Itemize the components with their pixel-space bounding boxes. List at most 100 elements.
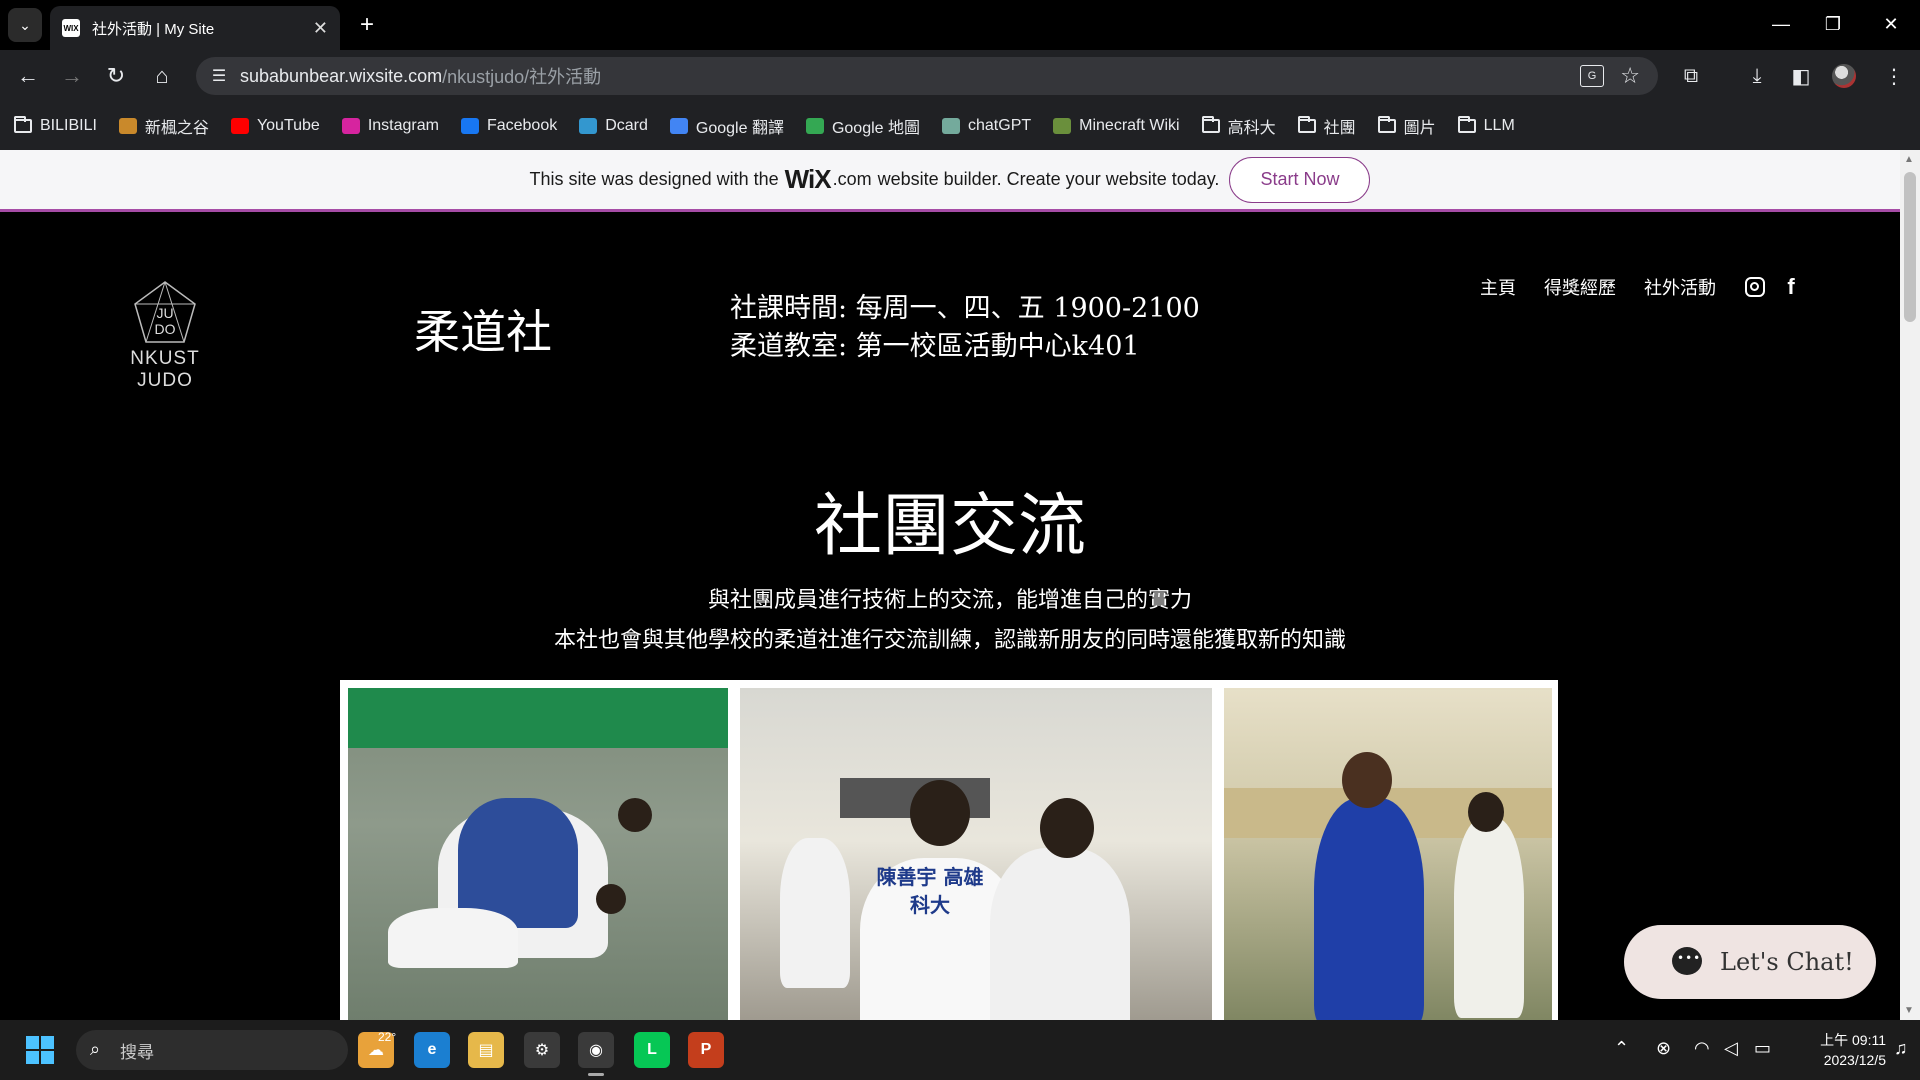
tab-close-icon[interactable]: ✕ bbox=[313, 18, 328, 39]
settings-gear-icon[interactable]: ⚙ bbox=[524, 1032, 560, 1068]
tray-chevron-up-icon[interactable]: ⌃ bbox=[1614, 1038, 1629, 1059]
logo-do: DO bbox=[155, 321, 176, 337]
bookmark-star-icon[interactable]: ☆ bbox=[1620, 63, 1640, 89]
taskbar-search[interactable]: ⌕ 搜尋 bbox=[76, 1030, 348, 1070]
youtube-icon bbox=[230, 118, 249, 134]
home-button[interactable]: ⌂ bbox=[146, 60, 178, 92]
banner-prefix: This site was designed with the bbox=[529, 169, 779, 189]
site-navigation: 主頁 得獎經歷 社外活動 f bbox=[1480, 274, 1816, 300]
edge-icon[interactable]: e bbox=[414, 1032, 450, 1068]
back-button[interactable]: ← bbox=[12, 60, 44, 92]
gallery-photo-2[interactable]: 陳善宇 高雄科大 bbox=[740, 688, 1212, 1020]
wix-dotcom: .com bbox=[832, 169, 872, 189]
banner-suffix: website builder. Create your website tod… bbox=[877, 169, 1220, 189]
bookmark-item[interactable]: 社團 bbox=[1297, 114, 1356, 138]
judoka-head bbox=[1342, 752, 1392, 808]
file-explorer-icon[interactable]: ▤ bbox=[468, 1032, 504, 1068]
minecraft-icon bbox=[1053, 118, 1072, 134]
powerpoint-icon[interactable]: P bbox=[688, 1032, 724, 1068]
battery-icon[interactable]: ▭ bbox=[1754, 1038, 1771, 1059]
site-info-icon[interactable]: ☰ bbox=[208, 66, 230, 86]
wix-logo[interactable]: WiX bbox=[785, 164, 832, 195]
chrome-icon[interactable]: ◉ bbox=[578, 1032, 614, 1076]
google-translate-icon bbox=[669, 118, 688, 134]
folder-icon bbox=[1297, 116, 1316, 133]
bookmark-item[interactable]: Facebook bbox=[460, 117, 558, 135]
judoka-figure bbox=[1314, 798, 1424, 1020]
description-line-2: 本社也會與其他學校的柔道社進行交流訓練，認識新朋友的同時還能獲取新的知識 bbox=[553, 627, 1346, 652]
clock-time: 上午 09:11 bbox=[1820, 1032, 1886, 1048]
profile-avatar[interactable] bbox=[1832, 64, 1856, 88]
reload-button[interactable]: ↻ bbox=[100, 60, 132, 92]
scroll-down-icon[interactable]: ▼ bbox=[1904, 1005, 1914, 1016]
bookmark-label: 圖片 bbox=[1403, 120, 1436, 137]
section-description: 與社團成員進行技術上的交流，能增進自己的實力 本社也會與其他學校的柔道社進行交流… bbox=[0, 580, 1900, 660]
gallery-photo-3[interactable] bbox=[1224, 688, 1552, 1020]
nav-home[interactable]: 主頁 bbox=[1480, 274, 1516, 300]
club-info: 社課時間: 每周一、四、五 1900-2100 柔道教室: 第一校區活動中心k4… bbox=[730, 290, 1200, 366]
instagram-icon[interactable] bbox=[1744, 276, 1766, 298]
restore-button[interactable]: ❐ bbox=[1810, 8, 1856, 40]
windows-start-icon[interactable] bbox=[26, 1036, 54, 1064]
scroll-up-icon[interactable]: ▲ bbox=[1904, 154, 1914, 165]
judoka-legs bbox=[388, 908, 518, 968]
menu-icon[interactable]: ⋮ bbox=[1880, 62, 1908, 90]
active-tab[interactable]: WIX 社外活動 | My Site ✕ bbox=[50, 6, 340, 50]
google-maps-icon bbox=[805, 118, 824, 134]
wix-favicon-icon: WIX bbox=[62, 19, 80, 37]
minimize-button[interactable]: — bbox=[1758, 8, 1804, 40]
bookmark-item[interactable]: Dcard bbox=[579, 117, 648, 135]
judoka-figure bbox=[780, 838, 850, 988]
forward-button[interactable]: → bbox=[56, 60, 88, 92]
page-scrollbar[interactable]: ▲ ▼ bbox=[1900, 150, 1920, 1020]
judoka-head bbox=[596, 884, 626, 914]
nav-awards[interactable]: 得獎經歷 bbox=[1544, 274, 1616, 300]
bookmark-item[interactable]: 高科大 bbox=[1201, 114, 1276, 138]
judoka-head bbox=[1468, 792, 1504, 832]
extensions-icon[interactable]: ⧉ bbox=[1677, 62, 1705, 90]
start-now-button[interactable]: Start Now bbox=[1229, 156, 1371, 203]
scrollbar-thumb[interactable] bbox=[1904, 172, 1916, 322]
tab-search-button[interactable]: ⌄ bbox=[8, 8, 42, 42]
facebook-icon[interactable]: f bbox=[1780, 274, 1802, 299]
bookmark-item[interactable]: LLM bbox=[1457, 116, 1515, 135]
notification-bell-icon[interactable]: ♫ bbox=[1894, 1038, 1908, 1059]
dcard-icon bbox=[579, 118, 598, 134]
volume-muted-icon[interactable]: ◁ bbox=[1724, 1038, 1738, 1059]
bookmark-label: Facebook bbox=[486, 117, 558, 134]
address-bar[interactable]: ☰ subabunbear.wixsite.com/nkustjudo/社外活動… bbox=[196, 57, 1658, 95]
line-app-icon[interactable]: L bbox=[634, 1032, 670, 1068]
tray-close-circle-icon[interactable]: ⊗ bbox=[1656, 1038, 1671, 1059]
bookmark-item[interactable]: Google 翻譯 bbox=[669, 114, 784, 138]
bookmark-item[interactable]: YouTube bbox=[230, 117, 320, 135]
gallery-photo-1[interactable] bbox=[348, 688, 728, 1020]
bookmark-item[interactable]: Minecraft Wiki bbox=[1053, 117, 1180, 135]
lets-chat-button[interactable]: Let's Chat! bbox=[1624, 925, 1876, 999]
maplestory-icon bbox=[118, 118, 137, 134]
bookmark-item[interactable]: 新楓之谷 bbox=[118, 114, 209, 138]
club-logo[interactable]: JU DO NKUST JUDO bbox=[100, 280, 230, 391]
bookmark-label: Google 地圖 bbox=[831, 120, 920, 137]
folder-icon bbox=[1377, 116, 1396, 133]
translate-icon[interactable]: G bbox=[1580, 65, 1604, 87]
bookmark-item[interactable]: chatGPT bbox=[942, 117, 1031, 135]
bookmark-label: 高科大 bbox=[1227, 120, 1276, 137]
bookmarks-bar: BILIBILI 新楓之谷 YouTube Instagram Facebook Dcar… bbox=[0, 102, 1920, 150]
windows-taskbar: ⌕ 搜尋 ☁ 22° e ▤ ⚙ ◉ L P ⌃ ⊗ ◠ ◁ ▭ 上午 09:1… bbox=[0, 1020, 1920, 1080]
judoka-figure bbox=[1454, 818, 1524, 1018]
download-icon[interactable]: ⤓ bbox=[1743, 62, 1771, 90]
new-tab-button[interactable]: + bbox=[352, 10, 382, 40]
wifi-icon[interactable]: ◠ bbox=[1694, 1038, 1710, 1059]
bookmark-item[interactable]: 圖片 bbox=[1377, 114, 1436, 138]
taskbar-clock[interactable]: 上午 09:11 2023/12/5 bbox=[1790, 1030, 1886, 1070]
bookmark-item[interactable]: BILIBILI bbox=[14, 116, 97, 135]
logo-text: NKUST JUDO bbox=[130, 348, 200, 391]
nav-external-activities[interactable]: 社外活動 bbox=[1644, 274, 1716, 300]
jersey-text: 陳善宇 高雄科大 bbox=[876, 865, 984, 917]
bookmark-item[interactable]: Google 地圖 bbox=[805, 114, 920, 138]
bookmark-label: Google 翻譯 bbox=[695, 120, 784, 137]
club-name: 柔道社 bbox=[414, 305, 552, 359]
bookmark-item[interactable]: Instagram bbox=[341, 117, 439, 135]
side-panel-icon[interactable]: ◧ bbox=[1787, 62, 1815, 90]
close-window-button[interactable]: ✕ bbox=[1868, 8, 1914, 40]
